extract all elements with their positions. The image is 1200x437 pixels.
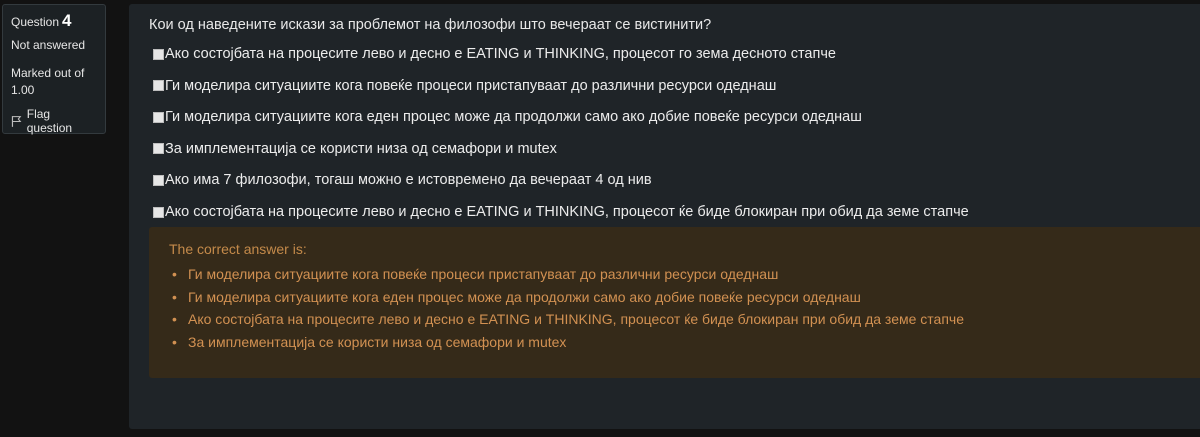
bullet-icon: • [172, 266, 177, 282]
answer-option[interactable]: Ако состојбата на процесите лево и десно… [153, 204, 969, 220]
answer-option-label: Ако состојбата на процесите лево и десно… [165, 46, 836, 62]
question-label: Question [11, 15, 60, 29]
correct-answer-item: • Ги моделира ситуациите кога повеќе про… [169, 263, 964, 286]
correct-answer-item: • Ги моделира ситуациите кога еден проце… [169, 286, 964, 309]
question-grade: Marked out of 1.00 [11, 65, 97, 99]
correct-answer-text: За имплементација се користи низа од сем… [188, 333, 567, 350]
answer-option-label: Ги моделира ситуациите кога еден процес … [165, 109, 862, 126]
answer-checkbox[interactable] [153, 143, 164, 155]
flag-icon [11, 116, 22, 127]
answer-option[interactable]: Ако состојбата на процесите лево и десно… [153, 46, 836, 62]
answer-option[interactable]: Ги моделира ситуациите кога повеќе проце… [153, 78, 776, 94]
answer-checkbox[interactable] [153, 80, 164, 92]
correct-answer-text: Ги моделира ситуациите кога повеќе проце… [188, 266, 779, 282]
grade-value: 1.00 [11, 83, 35, 97]
grade-label: Marked out of [11, 66, 85, 80]
question-info-panel: Question 4 Not answered Marked out of 1.… [2, 4, 106, 135]
answer-option[interactable]: За имплементација се користи низа од сем… [153, 141, 557, 157]
correct-answer-text: Ги моделира ситуациите кога еден процес … [188, 288, 861, 305]
correct-answer-item: • За имплементација се користи низа од с… [169, 331, 964, 354]
answer-option-label: Ако состојбата на процесите лево и десно… [165, 204, 969, 220]
question-content-panel: Кои од наведените искази за проблемот на… [129, 4, 1200, 429]
answer-checkbox[interactable] [153, 174, 164, 186]
answer-checkbox[interactable] [153, 206, 164, 218]
bullet-icon: • [172, 288, 177, 305]
correct-answer-text: Ако состојбата на процесите лево и десно… [188, 311, 964, 328]
question-text: Кои од наведените искази за проблемот на… [149, 17, 712, 33]
flag-question-button[interactable]: Flag question [11, 107, 97, 135]
correct-answer-list: • Ги моделира ситуациите кога повеќе про… [169, 263, 964, 353]
feedback-title: The correct answer is: [169, 241, 307, 257]
correct-answer-feedback: The correct answer is: • Ги моделира сит… [149, 227, 1200, 378]
question-number: 4 [62, 11, 72, 30]
question-number-heading: Question 4 [11, 11, 97, 31]
answer-option-label: Ги моделира ситуациите кога повеќе проце… [165, 77, 777, 94]
bullet-icon: • [172, 311, 177, 328]
flag-question-label: Flag question [26, 107, 73, 135]
answer-checkbox[interactable] [153, 111, 164, 123]
question-state: Not answered [11, 38, 86, 52]
bullet-icon: • [172, 333, 177, 350]
answer-option-label: Ако има 7 филозофи, тогаш можно е истовр… [165, 172, 652, 189]
answer-option-label: За имплементација се користи низа од сем… [165, 140, 557, 157]
answer-checkbox[interactable] [153, 48, 164, 60]
answer-option[interactable]: Ги моделира ситуациите кога еден процес … [153, 109, 862, 125]
correct-answer-item: • Ако состојбата на процесите лево и дес… [169, 308, 964, 331]
answer-option[interactable]: Ако има 7 филозофи, тогаш можно е истовр… [153, 172, 652, 188]
